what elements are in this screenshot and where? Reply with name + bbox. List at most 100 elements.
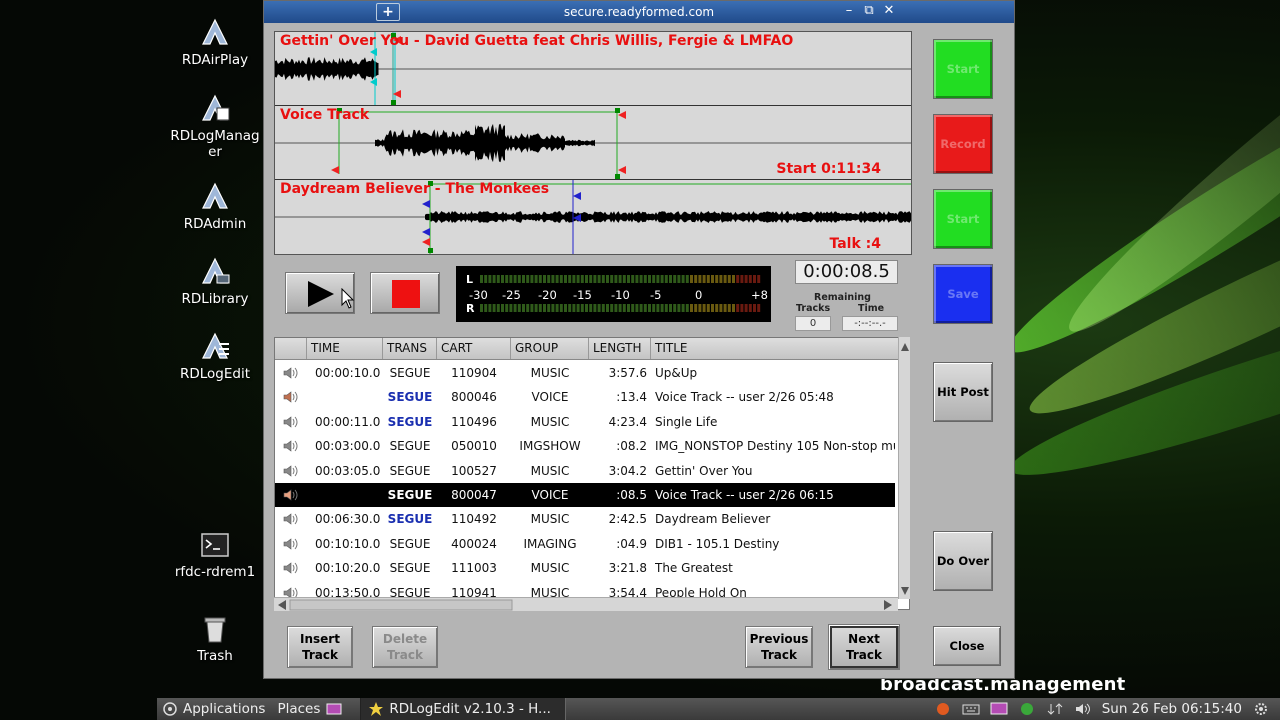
- lane-title: Voice Track: [280, 107, 370, 123]
- close-button[interactable]: Close: [933, 626, 1001, 666]
- cell-time: 00:03:05.0: [315, 463, 381, 478]
- close-icon[interactable]: ✕: [880, 3, 898, 18]
- places-menu[interactable]: Places: [271, 698, 348, 720]
- waveform-lane-previous[interactable]: Gettin' Over You - David Guetta feat Chr…: [275, 32, 911, 106]
- table-row[interactable]: SEGUE 800047 VOICE:08.5 Voice Track -- user…: [275, 483, 895, 507]
- save-button[interactable]: Save: [933, 264, 993, 324]
- clock[interactable]: Sun 26 Feb 06:15:40: [1102, 701, 1242, 717]
- desktop-icon-label: rfdc-rdrem1: [174, 564, 256, 580]
- rd-logedit-icon: [202, 332, 229, 359]
- system-tray: Sun 26 Feb 06:15:40: [934, 701, 1280, 717]
- column-time[interactable]: TIME: [307, 338, 383, 359]
- table-row[interactable]: 00:06:30.0 SEGUE 110492 MUSIC 2:42.5 Daydream…: [275, 507, 895, 531]
- button-line: Insert: [300, 632, 340, 646]
- cell-title: Single Life: [655, 414, 718, 429]
- table-row[interactable]: 00:03:05.0 SEGUE 100527 MUSIC 3:04.2 Gettin' …: [275, 459, 895, 483]
- screen-icon[interactable]: [990, 702, 1008, 716]
- table-row[interactable]: 00:10:10.0 SEGUE 400024 IMAGING:04.9 DIB1 - …: [275, 532, 895, 556]
- minimize-icon[interactable]: –: [840, 3, 858, 18]
- column-icon: [275, 338, 307, 359]
- settings-gear-icon[interactable]: [1252, 702, 1270, 716]
- start-button-1[interactable]: Start: [933, 39, 993, 99]
- table-row[interactable]: 00:00:11.0 SEGUE 110496 MUSIC 4:23.4 Single L…: [275, 410, 895, 434]
- desktop-icon-rdairplay[interactable]: RDAirPlay: [165, 18, 265, 68]
- waveform-lane-next[interactable]: Daydream Believer - The Monkees Talk :4: [275, 180, 911, 254]
- desktop-icon-label: RDLogManager: [170, 128, 260, 160]
- next-track-button[interactable]: Next Track: [828, 624, 900, 670]
- record-button[interactable]: Record: [933, 114, 993, 174]
- table-row[interactable]: SEGUE 800046 VOICE:13.4 Voice Track -- user…: [275, 385, 895, 409]
- applications-label: Applications: [183, 701, 266, 717]
- do-over-button[interactable]: Do Over: [933, 531, 993, 591]
- desktop-icon-rfdc-rdrem1[interactable]: rfdc-rdrem1: [165, 530, 265, 580]
- maximize-icon[interactable]: ⧉: [860, 3, 878, 18]
- waveform-editor[interactable]: Gettin' Over You - David Guetta feat Chr…: [274, 31, 912, 255]
- desktop-icon-rdlibrary[interactable]: RDLibrary: [165, 257, 265, 307]
- lane-title: Gettin' Over You - David Guetta feat Chr…: [280, 33, 794, 49]
- rd-library-icon: [202, 257, 230, 284]
- delete-track-button[interactable]: Delete Track: [372, 626, 438, 668]
- table-row[interactable]: 00:03:00.0 SEGUE 050010 IMGSHOW:08.2 IMG_NON…: [275, 434, 895, 458]
- volume-icon[interactable]: [1074, 702, 1092, 716]
- speaker-icon: [283, 562, 298, 574]
- log-vertical-scrollbar[interactable]: [898, 337, 910, 599]
- transfer-icon[interactable]: [1046, 702, 1064, 716]
- speaker-icon: [283, 513, 298, 525]
- cell-time: 00:10:10.0: [315, 536, 381, 551]
- remaining-time-value: -:--:--.-: [842, 316, 898, 331]
- cell-time: 00:00:10.0: [315, 366, 381, 380]
- column-group[interactable]: GROUP: [511, 338, 589, 359]
- cell-length: 2:42.5: [608, 512, 647, 527]
- network-app-icon[interactable]: [934, 702, 952, 716]
- wallpaper-streaks: [1010, 0, 1280, 700]
- scroll-arrows-horizontal: [278, 599, 892, 611]
- desktop-icon-trash[interactable]: Trash: [165, 614, 265, 664]
- keyboard-icon[interactable]: [962, 702, 980, 716]
- stop-button[interactable]: [370, 272, 440, 314]
- speaker-icon: [283, 391, 298, 403]
- waveform-lane-voice-track[interactable]: Voice Track Start 0:11:34: [275, 106, 911, 180]
- cell-length: :04.9: [616, 536, 647, 551]
- desktop-icon-rdadmin[interactable]: RDAdmin: [165, 182, 265, 232]
- cell-group: MUSIC: [530, 463, 570, 478]
- cell-title: Daydream Believer: [655, 512, 771, 527]
- hit-post-button[interactable]: Hit Post: [933, 362, 993, 422]
- scroll-arrows-vertical: [901, 343, 909, 595]
- meter-tick: -30: [469, 288, 488, 302]
- meter-tick: -25: [502, 288, 521, 302]
- cell-cart: 050010: [451, 439, 497, 454]
- rdlogedit-task-icon: [369, 702, 384, 716]
- cell-length: 3:21.8: [608, 561, 647, 576]
- column-trans[interactable]: TRANS: [383, 338, 437, 359]
- cell-group: MUSIC: [530, 414, 570, 429]
- speaker-icon: [283, 440, 298, 452]
- button-line: Delete: [382, 632, 428, 646]
- insert-track-button[interactable]: Insert Track: [287, 626, 353, 668]
- table-row[interactable]: 00:10:20.0 SEGUE 111003 MUSIC 3:21.8 The Grea…: [275, 556, 895, 580]
- cell-length: 4:23.4: [608, 414, 647, 429]
- start-button-2[interactable]: Start: [933, 189, 993, 249]
- desktop-icon-rdlogmanager[interactable]: RDLogManager: [165, 94, 265, 160]
- column-length[interactable]: LENGTH: [589, 338, 651, 359]
- table-row[interactable]: 00:00:10.0 SEGUE 110904 MUSIC 3:57.6 Up&Up: [275, 361, 895, 385]
- desktop-icon-rdlogedit[interactable]: RDLogEdit: [165, 332, 265, 382]
- elapsed-time-display: 0:00:08.5: [795, 260, 898, 284]
- pin-icon[interactable]: +: [376, 3, 400, 21]
- column-title[interactable]: TITLE: [651, 338, 909, 359]
- applications-menu[interactable]: Applications: [157, 698, 271, 720]
- taskbar-task-rdlogedit[interactable]: RDLogEdit v2.10.3 - H...: [360, 698, 566, 720]
- desktop-icon-label: RDLogEdit: [179, 366, 251, 382]
- previous-track-button[interactable]: Previous Track: [745, 626, 813, 668]
- mouse-cursor-icon: [341, 288, 355, 309]
- cell-cart: 110904: [451, 366, 497, 380]
- log-table[interactable]: TIME TRANS CART GROUP LENGTH TITLE 00:00…: [274, 337, 910, 610]
- cell-group: VOICE: [531, 390, 569, 405]
- cell-group: MUSIC: [530, 512, 570, 527]
- speaker-icon: [283, 489, 298, 501]
- update-icon[interactable]: [1018, 702, 1036, 716]
- meter-tick: -20: [538, 288, 557, 302]
- speaker-icon: [283, 538, 298, 550]
- window-titlebar[interactable]: + secure.readyformed.com – ⧉ ✕: [264, 1, 1014, 23]
- column-cart[interactable]: CART: [437, 338, 511, 359]
- log-horizontal-scrollbar[interactable]: [274, 597, 898, 611]
